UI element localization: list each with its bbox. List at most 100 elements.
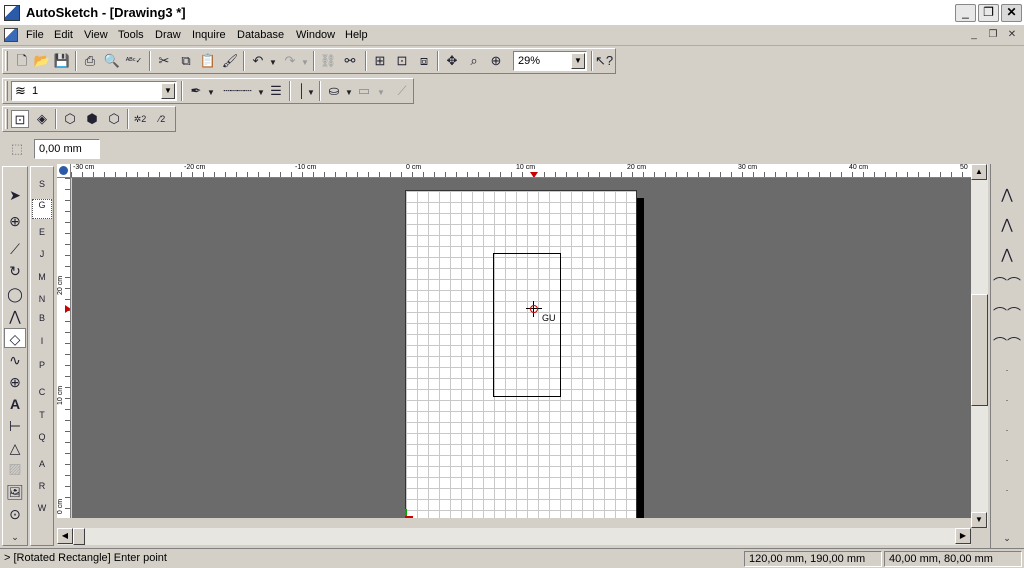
snap-grid-icon[interactable]: ⊡ bbox=[393, 52, 411, 70]
dimension-icon[interactable]: ⊢ bbox=[4, 416, 26, 436]
format-painter-icon[interactable]: 🖌 bbox=[221, 52, 239, 70]
vertical-scroll-thumb[interactable] bbox=[971, 294, 988, 406]
zoom-dropdown-icon[interactable]: ▼ bbox=[571, 53, 585, 69]
drawing-canvas[interactable]: GU bbox=[72, 178, 971, 518]
dot-marker-icon[interactable]: · bbox=[991, 390, 1023, 410]
palette-more-icon[interactable]: ⌄ bbox=[4, 527, 26, 547]
grid-icon[interactable]: ⊞ bbox=[371, 52, 389, 70]
menu-inquire[interactable]: Inquire bbox=[192, 29, 226, 41]
fill-bucket-icon[interactable]: ⛀ bbox=[325, 82, 343, 100]
scroll-left-button[interactable]: ◀ bbox=[57, 528, 73, 544]
snap-center-icon[interactable]: C bbox=[32, 387, 52, 407]
menu-edit[interactable]: Edit bbox=[54, 29, 73, 41]
close-button[interactable]: ✕ bbox=[1001, 4, 1022, 22]
snap-relative-icon[interactable]: R bbox=[32, 481, 52, 501]
mdi-close-button[interactable]: ✕ bbox=[1004, 29, 1020, 43]
ruler-corner[interactable] bbox=[57, 164, 71, 178]
fill-dropdown-icon[interactable]: ▼ bbox=[345, 88, 353, 97]
cut-icon[interactable]: ✂ bbox=[155, 52, 173, 70]
double-arc-icon[interactable]: ⌒⌒ bbox=[991, 274, 1023, 294]
print-icon[interactable]: ⎙ bbox=[81, 52, 99, 70]
spell-check-icon[interactable]: ᴬᴮᶜ✓ bbox=[125, 52, 143, 70]
multiply-two-icon[interactable]: ✲2 bbox=[131, 110, 149, 128]
snap-world-icon[interactable]: W bbox=[32, 503, 52, 523]
polyline-icon[interactable]: ⋀ bbox=[4, 306, 26, 326]
app-icon[interactable] bbox=[4, 5, 20, 21]
peak-shape-icon[interactable]: ⋀ bbox=[991, 214, 1023, 234]
cube-top-icon[interactable]: ⬡ bbox=[105, 110, 123, 128]
snap-nearest-icon[interactable]: N bbox=[32, 294, 52, 314]
layer-dropdown-icon[interactable]: ▼ bbox=[161, 83, 175, 99]
double-arc-icon[interactable]: ⌒⌒ bbox=[991, 304, 1023, 324]
hatch-icon[interactable]: ▨ bbox=[4, 458, 26, 478]
cube-front-icon[interactable]: ⬡ bbox=[61, 110, 79, 128]
triangle-icon[interactable]: △ bbox=[4, 438, 26, 458]
palette-more-icon[interactable]: ⌄ bbox=[991, 528, 1023, 548]
paste-icon[interactable]: 📋 bbox=[199, 52, 217, 70]
snap-quadrant-icon[interactable]: Q bbox=[32, 432, 52, 452]
rotated-rectangle[interactable] bbox=[493, 253, 561, 397]
scroll-right-button[interactable]: ▶ bbox=[955, 528, 971, 544]
help-pointer-icon[interactable]: ↖? bbox=[595, 52, 613, 70]
ruler-origin-icon[interactable] bbox=[59, 166, 68, 175]
divide-two-icon[interactable]: ⁄2 bbox=[153, 110, 171, 128]
symbol-icon[interactable]: ⊙ bbox=[4, 504, 26, 524]
image-icon[interactable]: 🖼 bbox=[4, 482, 26, 502]
save-icon[interactable]: 💾 bbox=[53, 52, 71, 70]
line-type-icon[interactable]: ┈┈┈┈ bbox=[219, 82, 255, 100]
layer-select[interactable]: ≋ 1 ▼ bbox=[11, 81, 177, 101]
menu-file[interactable]: File bbox=[26, 29, 44, 41]
minimize-button[interactable]: _ bbox=[955, 4, 976, 22]
pen-color-icon[interactable]: ✒ bbox=[187, 82, 205, 100]
frame-select-icon[interactable]: ⊡ bbox=[11, 110, 29, 128]
line-width-icon[interactable]: ☰ bbox=[267, 82, 285, 100]
zoom-select[interactable]: 29% ▼ bbox=[513, 51, 587, 71]
rectangle-icon[interactable]: ◇ bbox=[4, 328, 26, 348]
dot-marker-icon[interactable]: · bbox=[991, 480, 1023, 500]
peak-shape-icon[interactable]: ⋀ bbox=[991, 244, 1023, 264]
select-arrow-icon[interactable]: ➤ bbox=[4, 185, 26, 205]
copy-icon[interactable]: ⧉ bbox=[177, 52, 195, 70]
dot-marker-icon[interactable]: · bbox=[991, 450, 1023, 470]
snap-angle-icon[interactable]: A bbox=[32, 459, 52, 479]
snap-midpoint-icon[interactable]: M bbox=[32, 272, 52, 292]
layers-3d-icon[interactable]: ⧈ bbox=[415, 52, 433, 70]
dot-marker-icon[interactable]: · bbox=[991, 360, 1023, 380]
undo-dropdown-icon[interactable]: ▼ bbox=[269, 58, 277, 67]
zoom-icon[interactable]: ⊕ bbox=[4, 211, 26, 231]
zoom-pan-icon[interactable]: ✥ bbox=[443, 52, 461, 70]
offset-value-input[interactable]: 0,00 mm bbox=[34, 139, 100, 159]
menu-draw[interactable]: Draw bbox=[155, 29, 181, 41]
menu-window[interactable]: Window bbox=[296, 29, 335, 41]
scroll-down-button[interactable]: ▼ bbox=[971, 512, 987, 528]
peak-shape-icon[interactable]: ⋀ bbox=[991, 184, 1023, 204]
circle-icon[interactable]: ◯ bbox=[4, 284, 26, 304]
arc-icon[interactable]: ↻ bbox=[4, 261, 26, 281]
pen-color-dropdown-icon[interactable]: ▼ bbox=[207, 88, 215, 97]
print-preview-icon[interactable]: 🔍 bbox=[103, 52, 121, 70]
new-icon[interactable]: 🗋 bbox=[13, 52, 31, 70]
zoom-in-icon[interactable]: ⊕ bbox=[487, 52, 505, 70]
dot-marker-icon[interactable]: · bbox=[991, 420, 1023, 440]
snap-end-icon[interactable]: E bbox=[32, 227, 52, 247]
maximize-button[interactable]: ❐ bbox=[978, 4, 999, 22]
mdi-minimize-button[interactable]: _ bbox=[966, 29, 982, 43]
snap-tangent-icon[interactable]: T bbox=[32, 410, 52, 430]
zoom-window-icon[interactable]: ⌕ bbox=[465, 52, 483, 70]
horizontal-scrollbar[interactable]: ◀ ▶ bbox=[57, 528, 971, 545]
line-type-dropdown-icon[interactable]: ▼ bbox=[257, 88, 265, 97]
menu-help[interactable]: Help bbox=[345, 29, 368, 41]
snap-intersection-icon[interactable]: J bbox=[32, 249, 52, 269]
double-arc-icon[interactable]: ⌒⌒ bbox=[991, 334, 1023, 354]
scroll-up-button[interactable]: ▲ bbox=[971, 164, 987, 180]
snap-s-icon[interactable]: S bbox=[32, 179, 52, 199]
offset-tool-icon[interactable]: ⬚ bbox=[8, 140, 26, 158]
cube-side-icon[interactable]: ⬢ bbox=[83, 110, 101, 128]
unlink-icon[interactable]: ⚯ bbox=[341, 52, 359, 70]
mdi-restore-button[interactable]: ❐ bbox=[985, 29, 1001, 43]
horizontal-scroll-thumb[interactable] bbox=[73, 528, 85, 545]
menu-view[interactable]: View bbox=[84, 29, 108, 41]
line-style-dropdown-icon[interactable]: ▼ bbox=[307, 88, 315, 97]
point-icon[interactable]: ⊕ bbox=[4, 372, 26, 392]
undo-icon[interactable]: ↶ bbox=[249, 52, 267, 70]
